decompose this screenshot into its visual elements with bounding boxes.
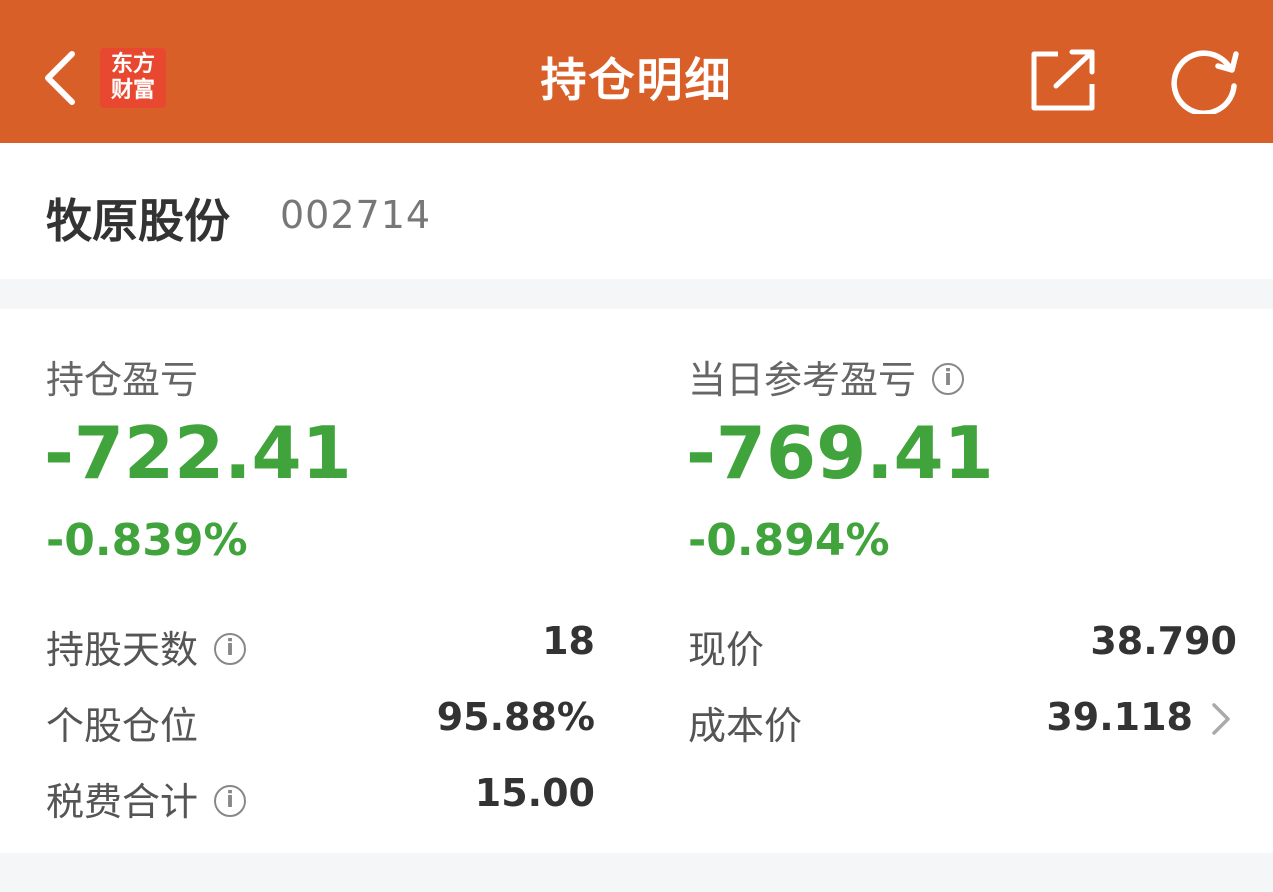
current-price-value: 38.790 <box>1090 619 1237 663</box>
info-icon[interactable]: i <box>932 362 965 395</box>
fees-total-value: 15.00 <box>474 771 595 815</box>
fees-total-label: 税费合计 i <box>46 771 247 826</box>
pnl-card: 持仓盈亏 -722.41 -0.839% 当日参考盈亏 i -769.41 -0.… <box>0 309 1273 853</box>
cost-price-label: 成本价 <box>688 704 803 748</box>
refresh-icon <box>1171 50 1239 116</box>
stock-header: 牧原股份 002714 <box>0 143 1273 279</box>
stock-name: 牧原股份 <box>46 194 230 248</box>
share-icon <box>1031 49 1095 111</box>
current-price-label: 现价 <box>688 628 765 672</box>
daily-pnl-label: 当日参考盈亏 i <box>688 349 965 404</box>
holding-days-label: 持股天数 i <box>46 619 247 674</box>
share-button[interactable] <box>1028 46 1098 112</box>
top-bar: 东方 财富 持仓明细 <box>0 0 1273 143</box>
stock-code: 002714 <box>280 193 432 237</box>
position-ratio-value: 95.88% <box>436 695 595 739</box>
daily-pnl-pct: -0.894% <box>688 515 890 566</box>
info-icon[interactable]: i <box>214 632 247 665</box>
position-ratio-label: 个股仓位 <box>46 704 199 748</box>
info-icon[interactable]: i <box>214 784 247 817</box>
holding-pnl-value: -722.41 <box>44 411 352 495</box>
refresh-button[interactable] <box>1168 44 1242 116</box>
chevron-right-icon[interactable] <box>1208 701 1234 737</box>
holding-pnl-pct: -0.839% <box>46 515 248 566</box>
holding-pnl-label: 持仓盈亏 <box>46 358 199 402</box>
cost-price-value[interactable]: 39.118 <box>1046 695 1193 739</box>
holding-days-value: 18 <box>542 619 595 663</box>
daily-pnl-value: -769.41 <box>686 411 994 495</box>
